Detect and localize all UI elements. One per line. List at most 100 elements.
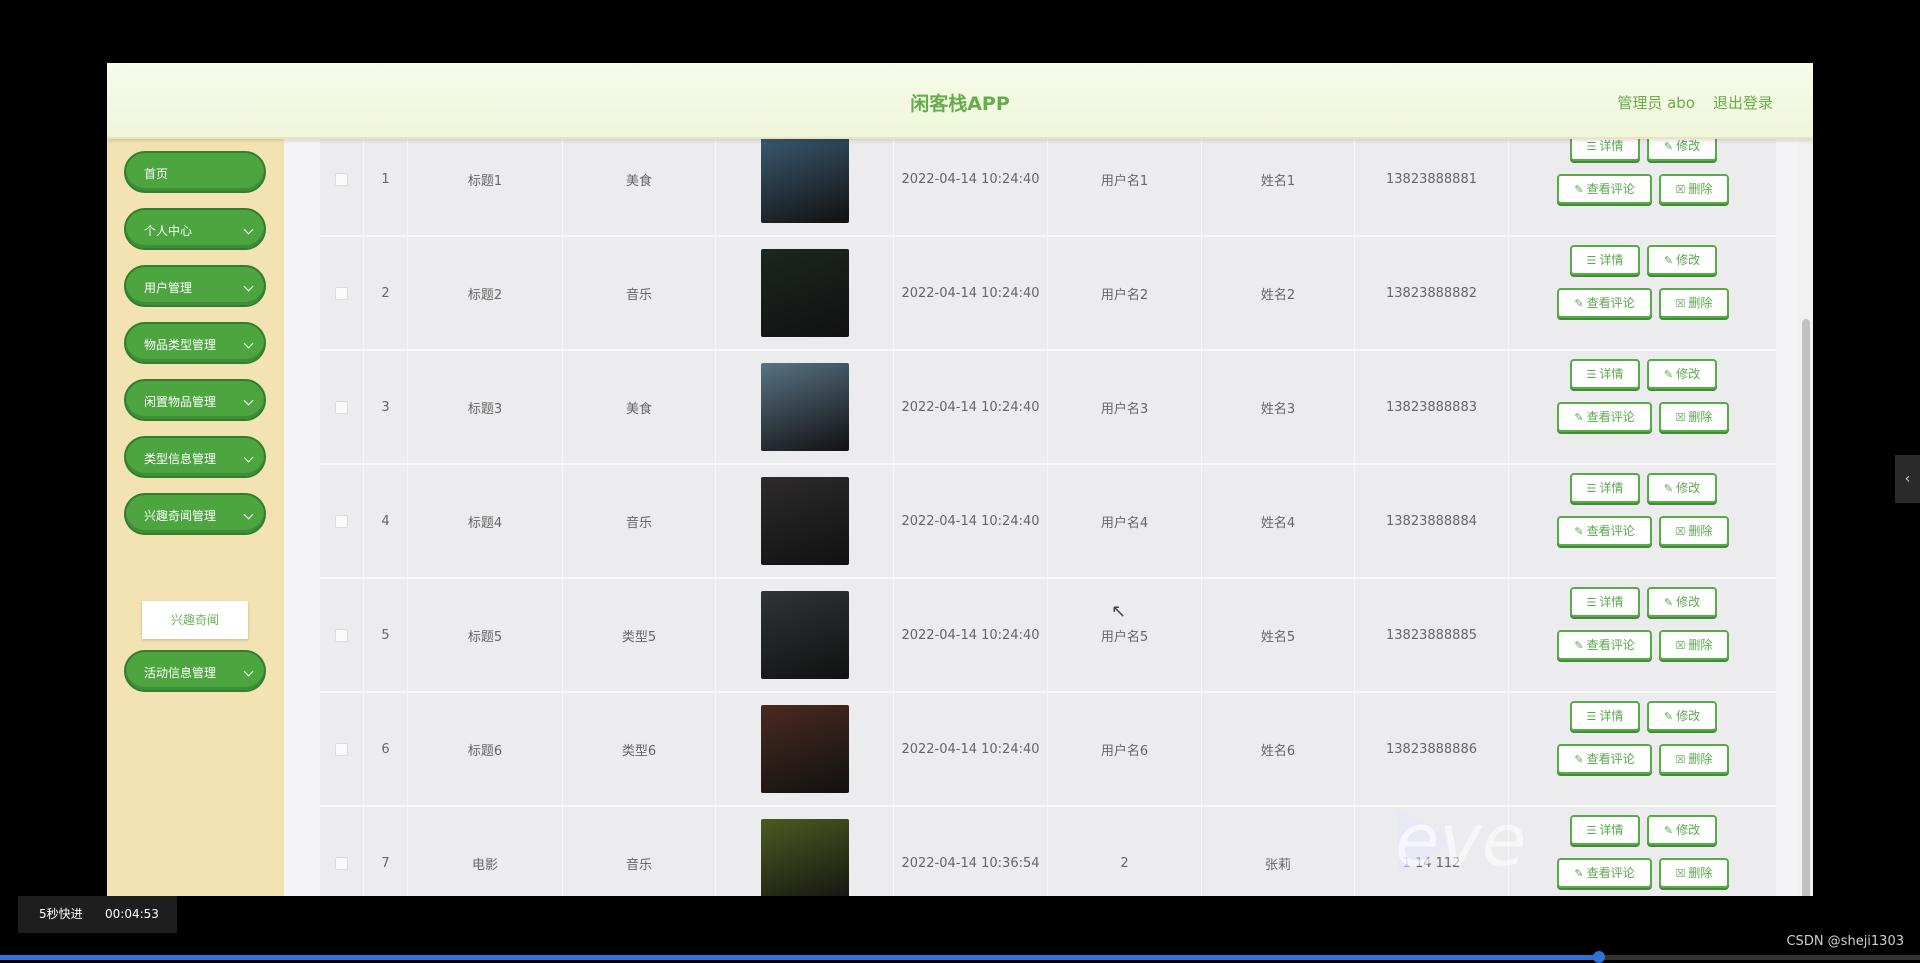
detail-button[interactable]: ☰ 详情: [1570, 587, 1640, 617]
view-comments-button[interactable]: ✎ 查看评论: [1557, 288, 1652, 318]
submenu-item-interest-news[interactable]: 兴趣奇闻: [142, 601, 248, 639]
delete-button[interactable]: ☒ 删除: [1659, 744, 1729, 774]
row-checkbox-cell[interactable]: [320, 465, 364, 577]
sidebar-item-activity-info-management[interactable]: 活动信息管理: [124, 650, 266, 692]
detail-button[interactable]: ☰ 详情: [1570, 359, 1640, 389]
row-name: 姓名6: [1202, 693, 1355, 805]
delete-button[interactable]: ☒ 删除: [1659, 630, 1729, 660]
video-progress-bar[interactable]: [0, 951, 1920, 963]
poster-image: [760, 363, 849, 451]
row-name: 姓名1: [1202, 123, 1355, 235]
sidebar-item-personal-center[interactable]: 个人中心: [124, 208, 266, 250]
pencil-icon: ✎: [1574, 639, 1584, 652]
mouse-cursor-icon: ↖: [1111, 601, 1127, 622]
row-checkbox[interactable]: [335, 742, 348, 756]
detail-button[interactable]: ☰ 详情: [1570, 701, 1640, 731]
row-type: 类型6: [563, 693, 716, 805]
edit-button[interactable]: ✎ 修改: [1647, 587, 1717, 617]
sidebar-item-type-info-management[interactable]: 类型信息管理: [124, 436, 266, 478]
chevron-down-icon: [243, 666, 254, 677]
edit-button[interactable]: ✎ 修改: [1647, 815, 1717, 845]
button-label: 修改: [1676, 595, 1701, 609]
sidebar-item-item-type-management[interactable]: 物品类型管理: [124, 322, 266, 364]
edit-button[interactable]: ✎ 修改: [1647, 473, 1717, 503]
row-checkbox-cell[interactable]: [320, 579, 364, 691]
row-checkbox-cell[interactable]: [320, 123, 364, 235]
view-comments-button[interactable]: ✎ 查看评论: [1557, 744, 1652, 774]
pencil-icon: ✎: [1663, 596, 1674, 609]
sidebar-item-home[interactable]: 首页: [124, 151, 266, 193]
trash-icon: ☒: [1675, 639, 1686, 652]
chevron-down-icon: [243, 452, 254, 463]
view-comments-button[interactable]: ✎ 查看评论: [1557, 858, 1652, 888]
edit-button[interactable]: ✎ 修改: [1647, 701, 1717, 731]
row-type: 音乐: [563, 465, 716, 577]
row-name: 姓名2: [1202, 237, 1355, 349]
sidebar-item-label: 用户管理: [144, 281, 193, 295]
trash-icon: ☒: [1675, 867, 1686, 880]
trash-icon: ☒: [1675, 753, 1686, 766]
row-time: 2022-04-14 10:24:40: [894, 351, 1048, 463]
scrollbar-thumb[interactable]: [1802, 319, 1810, 896]
chevron-down-icon: [243, 338, 254, 349]
row-checkbox[interactable]: [335, 628, 348, 642]
sidebar-item-user-management[interactable]: 用户管理: [124, 265, 266, 307]
table-row: 1 标题1 美食 2022-04-14 10:24:40 用户名1 姓名1 13823888…: [320, 123, 1776, 237]
detail-button[interactable]: ☰ 详情: [1570, 473, 1640, 503]
row-checkbox-cell[interactable]: [320, 351, 364, 463]
sidebar-item-interest-news-management[interactable]: 兴趣奇闻管理: [124, 493, 266, 535]
edit-button[interactable]: ✎ 修改: [1647, 245, 1717, 275]
row-actions: ☰ 详情 ✎ 修改 ✎ 查看评论 ☒ 删除: [1509, 807, 1776, 896]
pencil-icon: ✎: [1574, 753, 1584, 766]
delete-button[interactable]: ☒ 删除: [1659, 288, 1729, 318]
view-comments-button[interactable]: ✎ 查看评论: [1557, 516, 1652, 546]
row-actions: ☰ 详情 ✎ 修改 ✎ 查看评论 ☒ 删除: [1509, 123, 1776, 235]
view-comments-button[interactable]: ✎ 查看评论: [1557, 174, 1652, 204]
sidebar-item-label: 个人中心: [144, 224, 193, 238]
button-label: 查看评论: [1586, 410, 1635, 424]
row-checkbox-cell[interactable]: [320, 237, 364, 349]
detail-button[interactable]: ☰ 详情: [1570, 815, 1640, 845]
row-checkbox-cell[interactable]: [320, 693, 364, 805]
trash-icon: ☒: [1675, 525, 1686, 538]
sidebar-item-idle-item-management[interactable]: 闲置物品管理: [124, 379, 266, 421]
chevron-down-icon: [243, 509, 254, 520]
row-checkbox[interactable]: [335, 286, 348, 300]
detail-button[interactable]: ☰ 详情: [1570, 245, 1640, 275]
video-progress-knob[interactable]: [1593, 951, 1606, 963]
app-window: 闲客栈APP 管理员 abo 退出登录 首页 个人中心 用户管理 物品类型管理 …: [107, 63, 1813, 896]
delete-button[interactable]: ☒ 删除: [1659, 858, 1729, 888]
row-index: 6: [364, 693, 408, 805]
row-checkbox[interactable]: [335, 172, 348, 186]
logout-link[interactable]: 退出登录: [1713, 92, 1773, 113]
pencil-icon: ✎: [1574, 411, 1584, 424]
row-username: 用户名3: [1048, 351, 1202, 463]
button-label: 修改: [1676, 367, 1701, 381]
pencil-icon: ✎: [1663, 368, 1674, 381]
row-type: 美食: [563, 123, 716, 235]
trash-icon: ☒: [1675, 297, 1686, 310]
chevron-left-icon[interactable]: ‹: [1895, 455, 1920, 503]
row-checkbox[interactable]: [335, 856, 348, 870]
row-title: 标题2: [408, 237, 563, 349]
button-label: 详情: [1599, 481, 1624, 495]
row-checkbox-cell[interactable]: [320, 807, 364, 896]
row-title: 标题6: [408, 693, 563, 805]
row-index: 3: [364, 351, 408, 463]
poster-image: [760, 477, 849, 565]
row-phone: 13823888883: [1355, 351, 1509, 463]
button-label: 详情: [1599, 253, 1624, 267]
delete-button[interactable]: ☒ 删除: [1659, 174, 1729, 204]
delete-button[interactable]: ☒ 删除: [1659, 516, 1729, 546]
video-overlay: 5秒快进 00:04:53: [18, 896, 177, 933]
vertical-scrollbar[interactable]: [1799, 139, 1813, 896]
row-checkbox[interactable]: [335, 400, 348, 414]
pencil-icon: ✎: [1663, 710, 1674, 723]
fast-forward-label[interactable]: 5秒快进: [39, 896, 83, 933]
view-comments-button[interactable]: ✎ 查看评论: [1557, 402, 1652, 432]
row-checkbox[interactable]: [335, 514, 348, 528]
delete-button[interactable]: ☒ 删除: [1659, 402, 1729, 432]
row-name: 姓名5: [1202, 579, 1355, 691]
view-comments-button[interactable]: ✎ 查看评论: [1557, 630, 1652, 660]
edit-button[interactable]: ✎ 修改: [1647, 359, 1717, 389]
